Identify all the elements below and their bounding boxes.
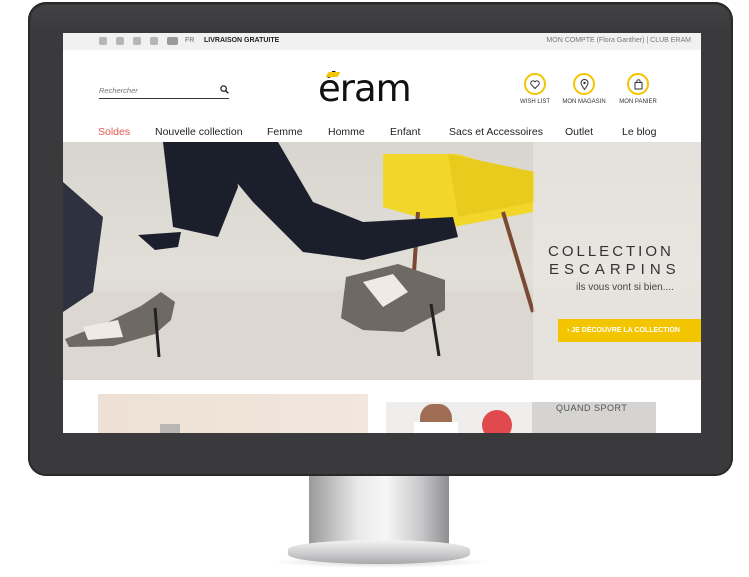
location-icon-badge	[573, 73, 595, 95]
promo-headline: QUAND SPORT	[556, 403, 628, 413]
twitter-icon[interactable]	[116, 37, 124, 45]
hero-title-line2: ESCARPINS	[549, 261, 681, 278]
heart-icon	[530, 79, 540, 89]
nav-item-le-blog[interactable]: Le blog	[622, 126, 656, 138]
main-nav: Soldes Nouvelle collection Femme Homme E…	[63, 124, 701, 142]
instagram-icon[interactable]	[133, 37, 141, 45]
discover-collection-button[interactable]: › JE DÉCOUVRE LA COLLECTION	[558, 319, 701, 342]
nav-item-soldes[interactable]: Soldes	[98, 126, 130, 138]
youtube-icon[interactable]	[167, 37, 178, 45]
shopping-bag-icon	[634, 78, 642, 89]
search-input[interactable]	[99, 86, 209, 95]
search-icon[interactable]	[220, 85, 229, 94]
pinterest-icon[interactable]	[150, 37, 158, 45]
account-links[interactable]: MON COMPTE (Flora Ganther) | CLUB ERAM	[546, 37, 691, 44]
promo-tile-left[interactable]	[98, 394, 368, 433]
social-links	[99, 37, 178, 45]
search-box	[99, 84, 229, 99]
my-store-label: MON MAGASIN	[562, 99, 606, 105]
nav-item-enfant[interactable]: Enfant	[390, 126, 420, 138]
language-selector[interactable]: FR	[185, 37, 194, 44]
model-shirt	[414, 422, 458, 433]
hero-banner[interactable]: COLLECTION ESCARPINS ils vous vont si bi…	[63, 142, 701, 380]
website-screen: FR LIVRAISON GRATUITE MON COMPTE (Flora …	[63, 33, 701, 433]
hero-subtitle: ils vous vont si bien....	[576, 282, 674, 293]
my-store-button[interactable]: MON MAGASIN	[562, 73, 606, 105]
monitor-base	[288, 540, 470, 564]
location-pin-icon	[579, 78, 589, 90]
nav-item-outlet[interactable]: Outlet	[565, 126, 593, 138]
promo-tile-right[interactable]: QUAND SPORT	[386, 402, 656, 433]
nav-item-femme[interactable]: Femme	[267, 126, 303, 138]
hero-title-line1: COLLECTION	[548, 243, 674, 260]
my-cart-button[interactable]: MON PANIER	[616, 73, 660, 105]
wish-list-button[interactable]: WISH LIST	[513, 73, 557, 105]
nav-item-homme[interactable]: Homme	[328, 126, 365, 138]
red-ball-graphic	[482, 410, 512, 433]
heart-icon-badge	[524, 73, 546, 95]
promo-tile-left-detail	[160, 424, 180, 433]
free-shipping-link[interactable]: LIVRAISON GRATUITE	[204, 37, 279, 44]
facebook-icon[interactable]	[99, 37, 107, 45]
monitor-stand	[309, 476, 449, 544]
promo-tiles: QUAND SPORT	[63, 380, 701, 433]
my-cart-label: MON PANIER	[619, 99, 657, 105]
nav-item-nouvelle-collection[interactable]: Nouvelle collection	[155, 126, 243, 138]
wish-list-label: WISH LIST	[519, 99, 550, 105]
top-bar: FR LIVRAISON GRATUITE MON COMPTE (Flora …	[63, 33, 701, 50]
bag-icon-badge	[627, 73, 649, 95]
eram-logo[interactable]: éram	[318, 69, 412, 109]
nav-item-sacs-accessoires[interactable]: Sacs et Accessoires	[449, 126, 543, 138]
